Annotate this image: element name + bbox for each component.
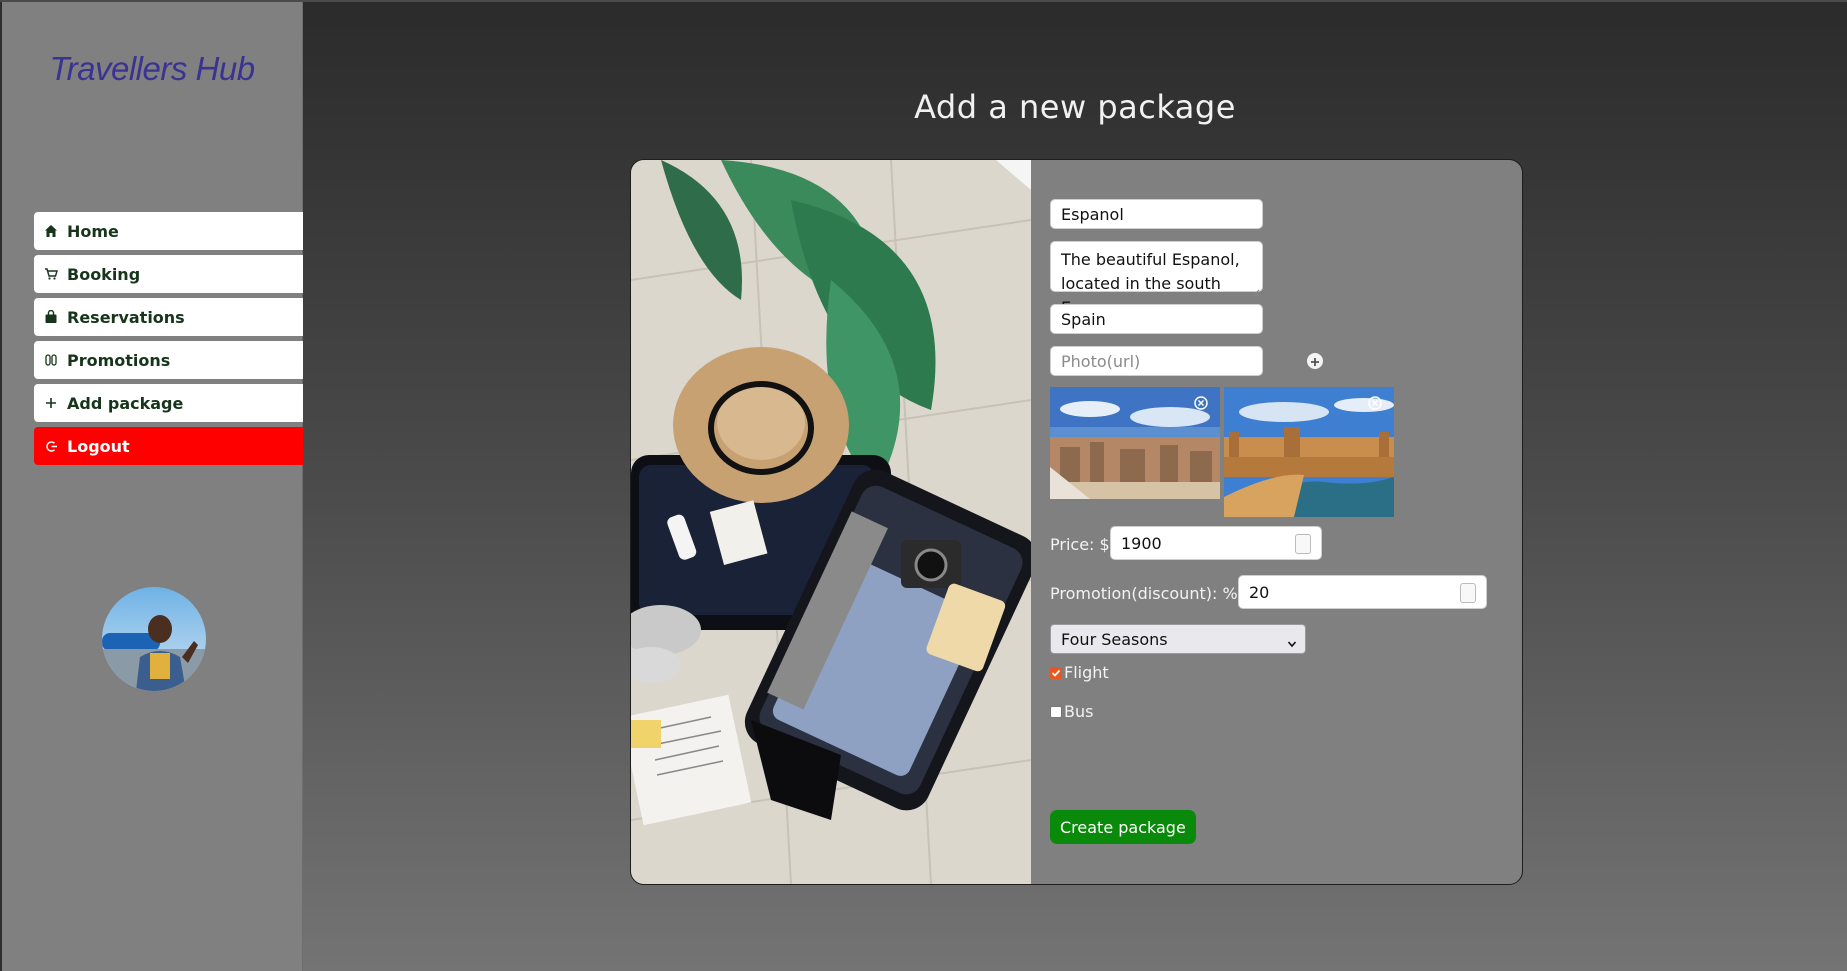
sidebar-item-label: Add package [67,393,184,413]
package-description-textarea[interactable]: The beautiful Espanol, located in the so… [1050,241,1263,317]
hotel-select[interactable]: Four Seasons [1050,624,1306,654]
main-content: Add a new package Espanol The beautiful … [303,2,1847,971]
flight-label: Flight [1064,663,1109,682]
bus-checkbox-row: Bus [1050,702,1093,721]
chevron-down-icon [1287,634,1297,653]
sidebar-item-add-package[interactable]: Add package [34,384,304,422]
package-country-value: Spain [1061,309,1106,329]
remove-photo-icon[interactable] [1194,395,1212,413]
bus-label: Bus [1064,702,1094,721]
create-package-button[interactable]: Create package [1050,810,1196,844]
hotel-selected-value: Four Seasons [1061,629,1168,649]
bus-checkbox[interactable] [1050,705,1062,718]
photo-url-placeholder: Photo(url) [1061,351,1141,371]
sidebar-item-label: Booking [67,264,141,284]
brand-logo[interactable]: Travellers Hub [2,50,302,88]
plus-icon [43,395,59,411]
promotion-stepper-icon[interactable] [1460,583,1476,603]
sidebar-item-promotions[interactable]: Promotions [34,341,304,379]
sidebar-item-reservations[interactable]: Reservations [34,298,304,336]
gift-icon [43,352,59,368]
photo-thumbnail-city [1050,387,1220,499]
sidebar-item-label: Reservations [67,307,185,327]
bag-icon [43,309,59,325]
price-label: Price: $ [1050,535,1110,554]
sidebar: Travellers Hub Home Booking Reservations… [2,2,304,971]
promotion-input[interactable]: 20 [1238,575,1487,609]
price-input[interactable]: 1900 [1110,526,1322,560]
add-photo-button[interactable] [1307,353,1323,369]
package-country-input[interactable]: Spain [1050,304,1263,334]
sidebar-nav: Home Booking Reservations Promotions Add… [34,212,304,470]
travel-suitcase-image [631,160,1038,884]
sidebar-item-label: Logout [67,436,130,456]
sidebar-item-logout[interactable]: Logout [34,427,304,465]
photo-thumbnail-plaza [1224,387,1394,517]
price-value: 1900 [1121,533,1162,553]
promotion-label: Promotion(discount): % [1050,584,1238,603]
create-package-label: Create package [1060,817,1186,837]
add-package-card: Espanol The beautiful Espanol, located i… [630,159,1523,885]
cart-icon [43,266,59,282]
sidebar-item-home[interactable]: Home [34,212,304,250]
price-stepper-icon[interactable] [1295,534,1311,554]
add-photo-icon [1310,352,1320,371]
promotion-value: 20 [1249,582,1270,602]
package-name-input[interactable]: Espanol [1050,199,1263,229]
flight-checkbox[interactable] [1050,666,1062,679]
remove-photo-icon[interactable] [1368,395,1386,413]
resize-handle-icon[interactable] [1251,280,1260,297]
sidebar-item-booking[interactable]: Booking [34,255,304,293]
user-avatar[interactable] [102,587,206,691]
flight-checkbox-row: Flight [1050,663,1109,682]
photo-url-input[interactable]: Photo(url) [1050,346,1263,376]
page-title: Add a new package [914,88,1236,126]
logout-icon [43,438,59,454]
package-name-value: Espanol [1061,204,1124,224]
sidebar-item-label: Promotions [67,350,171,370]
sidebar-item-label: Home [67,221,119,241]
home-icon [43,223,59,239]
